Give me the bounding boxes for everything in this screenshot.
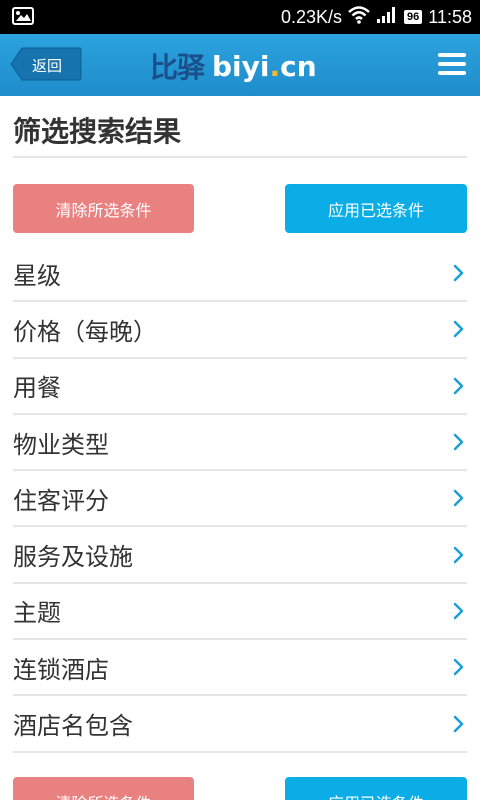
apply-filters-button-bottom[interactable]: 应用已选条件 xyxy=(285,777,467,800)
filter-item-label: 住客评分 xyxy=(13,486,109,515)
chevron-right-icon xyxy=(453,264,464,282)
filter-item-label: 价格（每晚） xyxy=(13,317,157,346)
chevron-right-icon xyxy=(453,546,464,563)
page-title: 筛选搜索结果 xyxy=(13,115,182,148)
filter-item-label: 星级 xyxy=(13,261,61,290)
filter-list: 星级价格（每晚） 用餐物业类型住客评分服务及设施主题连锁酒店酒店名包含 xyxy=(13,246,467,753)
filter-item[interactable]: 用餐 xyxy=(13,359,467,415)
hamburger-menu-icon[interactable] xyxy=(438,53,466,77)
chevron-right-icon xyxy=(453,433,464,451)
image-icon xyxy=(12,7,34,30)
chevron-right-icon xyxy=(453,658,464,676)
filter-item[interactable]: 价格（每晚） xyxy=(13,302,467,359)
biyi-logo: 比驿 biyi.cn xyxy=(150,48,317,85)
chevron-right-icon xyxy=(453,715,464,732)
filter-item-label: 物业类型 xyxy=(13,430,109,459)
filter-item[interactable]: 服务及设施 xyxy=(13,527,467,584)
status-bar: 0.23K/s 96 11:58 xyxy=(0,0,480,34)
filter-item-label: 酒店名包含 xyxy=(13,712,133,741)
filter-item[interactable]: 酒店名包含 xyxy=(13,696,467,753)
chevron-right-icon xyxy=(453,321,464,338)
network-speed: 0.23K/s xyxy=(280,6,343,27)
battery-icon: 96 xyxy=(404,10,423,24)
filter-item[interactable]: 物业类型 xyxy=(13,415,467,472)
app-header: 返回 比驿 biyi.cn xyxy=(0,34,480,96)
filter-item[interactable]: 主题 xyxy=(13,584,467,641)
filter-item[interactable]: 星级 xyxy=(13,246,467,303)
signal-icon xyxy=(376,6,398,29)
filter-item-label: 连锁酒店 xyxy=(13,655,109,684)
apply-filters-button[interactable]: 应用已选条件 xyxy=(285,184,467,233)
clear-filters-button[interactable]: 清除所选条件 xyxy=(13,184,194,233)
divider xyxy=(13,156,467,158)
chevron-right-icon xyxy=(453,490,464,507)
logo-chinese: 比驿 xyxy=(150,51,205,84)
clear-filters-button-bottom[interactable]: 清除所选条件 xyxy=(13,777,194,800)
filter-item[interactable]: 住客评分 xyxy=(13,471,467,528)
back-button[interactable]: 返回 xyxy=(10,47,82,81)
filter-item-label: 主题 xyxy=(13,599,61,628)
filter-item-label: 服务及设施 xyxy=(13,543,133,572)
chevron-right-icon xyxy=(453,602,464,620)
chevron-right-icon xyxy=(453,377,464,394)
filter-item[interactable]: 连锁酒店 xyxy=(13,640,467,697)
wifi-icon xyxy=(348,5,370,29)
filter-item-label: 用餐 xyxy=(13,374,61,403)
back-label: 返回 xyxy=(32,57,63,75)
clock: 11:58 xyxy=(428,6,472,27)
logo-english: biyi.cn xyxy=(212,49,317,83)
